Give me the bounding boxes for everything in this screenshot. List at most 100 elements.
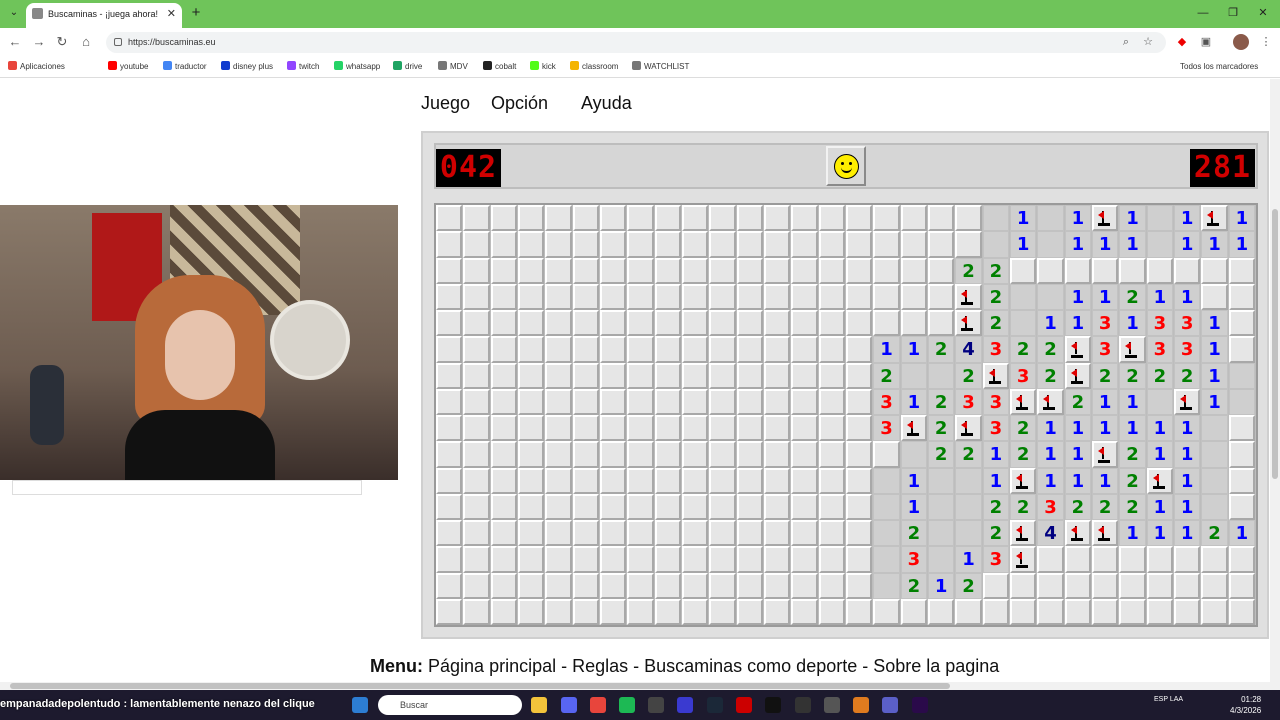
number-cell[interactable]: 2 [955,257,982,284]
number-cell[interactable]: 2 [1119,283,1146,311]
hidden-cell[interactable] [818,310,846,337]
hidden-cell[interactable] [463,493,490,521]
empty-cell[interactable] [928,546,955,573]
hidden-cell[interactable] [600,310,627,337]
hidden-cell[interactable] [463,336,490,363]
hidden-cell[interactable] [1201,598,1228,626]
number-cell[interactable]: 1 [1064,310,1092,337]
number-cell[interactable]: 1 [1146,493,1174,521]
number-cell[interactable]: 1 [1092,231,1119,258]
bookmark-aplicaciones[interactable]: Aplicaciones [8,61,65,73]
hidden-cell[interactable] [436,257,463,284]
hidden-cell[interactable] [846,310,873,337]
bookmark-disney-plus[interactable]: disney plus [221,61,273,73]
number-cell[interactable]: 2 [1119,467,1146,494]
number-cell[interactable]: 1 [1174,231,1201,258]
hidden-cell[interactable] [791,493,818,521]
flag-icon[interactable] [1064,362,1092,389]
number-cell[interactable]: 1 [928,572,955,599]
hidden-cell[interactable] [627,520,654,547]
hidden-cell[interactable] [764,598,791,626]
hidden-cell[interactable] [682,205,709,232]
bookmark-whatsapp[interactable]: whatsapp [334,61,380,73]
hidden-cell[interactable] [791,415,818,442]
hidden-cell[interactable] [627,441,654,468]
hidden-cell[interactable] [627,572,654,599]
hidden-cell[interactable] [1146,546,1174,573]
hidden-cell[interactable] [846,283,873,311]
hidden-cell[interactable] [490,310,518,337]
number-cell[interactable]: 1 [1119,231,1146,258]
hidden-cell[interactable] [791,362,818,389]
hidden-cell[interactable] [545,205,572,232]
hidden-cell[interactable] [764,546,791,573]
hidden-cell[interactable] [572,362,600,389]
empty-cell[interactable] [1037,231,1064,258]
number-cell[interactable]: 2 [982,520,1010,547]
all-bookmarks-button[interactable]: Todos los marcadores [1180,61,1258,73]
hidden-cell[interactable] [572,231,600,258]
hidden-cell[interactable] [1228,598,1256,626]
hidden-cell[interactable] [436,598,463,626]
hidden-cell[interactable] [436,231,463,258]
number-cell[interactable]: 1 [982,441,1010,468]
hidden-cell[interactable] [709,257,736,284]
hidden-cell[interactable] [764,520,791,547]
hidden-cell[interactable] [518,441,545,468]
spotify-icon[interactable] [619,697,635,713]
system-clock[interactable]: 01:28 4/3/2026 [1230,694,1261,716]
number-cell[interactable]: 1 [900,493,928,521]
hidden-cell[interactable] [1201,572,1228,599]
number-cell[interactable]: 1 [1119,520,1146,547]
flag-icon[interactable] [1146,467,1174,494]
number-cell[interactable]: 1 [1037,441,1064,468]
number-cell[interactable]: 2 [1010,493,1037,521]
empty-cell[interactable] [1201,467,1228,494]
hidden-cell[interactable] [709,310,736,337]
hidden-cell[interactable] [846,415,873,442]
number-cell[interactable]: 2 [1037,362,1064,389]
hidden-cell[interactable] [791,205,818,232]
number-cell[interactable]: 1 [1064,441,1092,468]
hidden-cell[interactable] [709,388,736,416]
hidden-cell[interactable] [1010,598,1037,626]
bookmark-kick[interactable]: kick [530,61,556,73]
bookmark-youtube[interactable]: youtube [108,61,148,73]
hidden-cell[interactable] [545,415,572,442]
hidden-cell[interactable] [900,598,928,626]
hidden-cell[interactable] [463,520,490,547]
hidden-cell[interactable] [627,546,654,573]
hidden-cell[interactable] [846,572,873,599]
hidden-cell[interactable] [545,467,572,494]
hidden-cell[interactable] [627,231,654,258]
hidden-cell[interactable] [982,572,1010,599]
number-cell[interactable]: 1 [1064,205,1092,232]
hidden-cell[interactable] [518,205,545,232]
flag-icon[interactable] [1092,520,1119,547]
hidden-cell[interactable] [463,415,490,442]
hidden-cell[interactable] [709,520,736,547]
empty-cell[interactable] [873,493,900,521]
hidden-cell[interactable] [928,231,955,258]
number-cell[interactable]: 1 [1037,467,1064,494]
hidden-cell[interactable] [682,415,709,442]
hidden-cell[interactable] [818,520,846,547]
hidden-cell[interactable] [518,362,545,389]
hidden-cell[interactable] [1146,572,1174,599]
hidden-cell[interactable] [764,388,791,416]
flag-icon[interactable] [1064,336,1092,363]
hidden-cell[interactable] [736,546,764,573]
hidden-cell[interactable] [709,231,736,258]
hidden-cell[interactable] [1228,572,1256,599]
hidden-cell[interactable] [463,598,490,626]
empty-cell[interactable] [928,362,955,389]
number-cell[interactable]: 3 [900,546,928,573]
hidden-cell[interactable] [1228,336,1256,363]
hidden-cell[interactable] [846,493,873,521]
bookmark-drive[interactable]: drive [393,61,422,73]
hidden-cell[interactable] [764,205,791,232]
teams-icon[interactable] [882,697,898,713]
notion-icon[interactable] [795,697,811,713]
browser-menu-icon[interactable]: ⋮ [1258,34,1274,50]
hidden-cell[interactable] [818,231,846,258]
